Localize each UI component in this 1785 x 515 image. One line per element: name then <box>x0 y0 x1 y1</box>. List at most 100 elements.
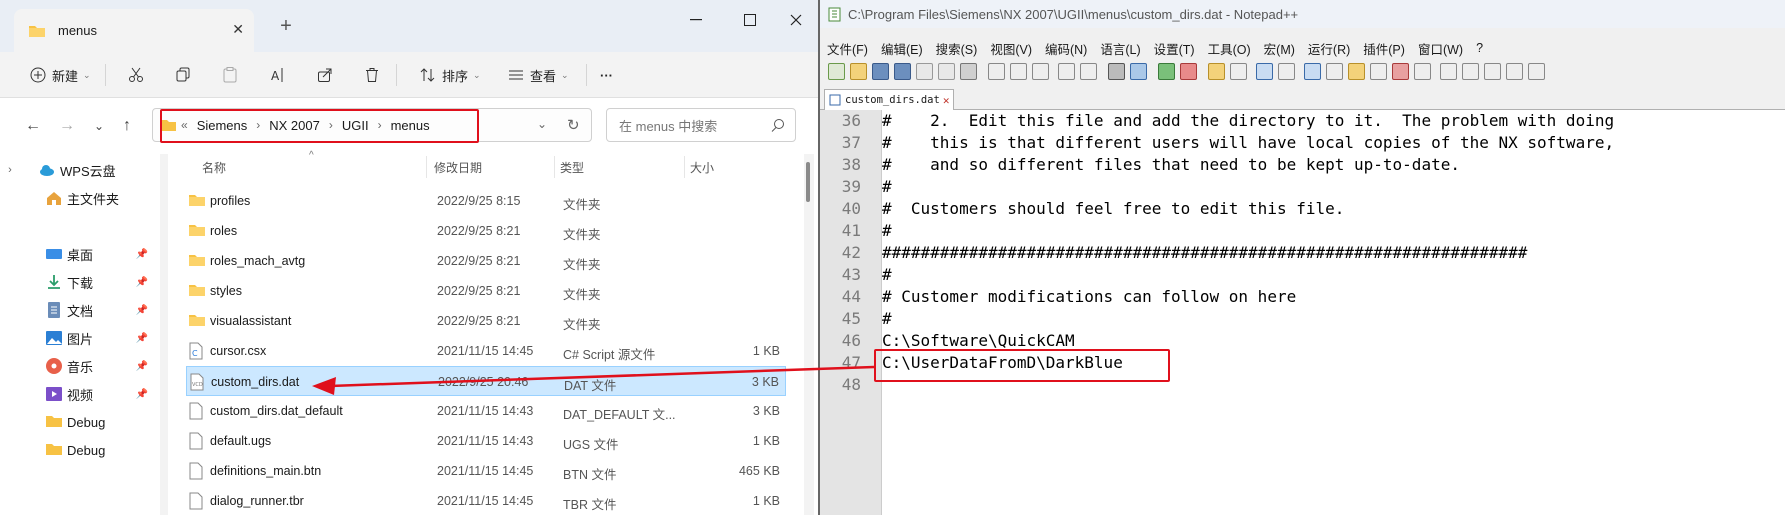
menu-edit[interactable]: 编辑(E) <box>881 39 923 58</box>
forward-arrow-icon[interactable]: → <box>56 115 78 137</box>
folder-as-workspace-icon[interactable] <box>1392 63 1409 80</box>
record-macro-icon[interactable] <box>1440 63 1457 80</box>
copy-icon[interactable] <box>1010 63 1027 80</box>
paste-button[interactable] <box>222 52 238 98</box>
sidebar-item-downloads[interactable]: 下载 📌 <box>0 268 160 296</box>
print-icon[interactable] <box>960 63 977 80</box>
sort-button[interactable]: 排序 ⌄ <box>420 52 481 98</box>
file-row[interactable]: C cursor.csx 2021/11/15 14:45 C# Script … <box>186 336 786 366</box>
paste-icon[interactable] <box>1032 63 1049 80</box>
menu-view[interactable]: 视图(V) <box>990 39 1032 58</box>
text-editor[interactable]: # 2. Edit this file and add the director… <box>882 110 1785 515</box>
sidebar-item-wps-cloud[interactable]: › WPS云盘 <box>0 156 160 184</box>
menu-plugins[interactable]: 插件(P) <box>1363 39 1405 58</box>
breadcrumb-menus[interactable]: menus <box>391 118 430 133</box>
file-row[interactable]: styles 2022/9/25 8:21 文件夹 <box>186 276 786 306</box>
save-macro-icon[interactable] <box>1528 63 1545 80</box>
menu-help[interactable]: ? <box>1476 41 1483 55</box>
scrollbar-thumb[interactable] <box>806 162 810 202</box>
address-dropdown-chevron-icon[interactable]: ⌄ <box>537 117 547 131</box>
pin-icon[interactable]: 📌 <box>136 333 148 344</box>
column-header-date[interactable]: 修改日期 <box>434 159 482 176</box>
sidebar-item-desktop[interactable]: 桌面 📌 <box>0 240 160 268</box>
open-file-icon[interactable] <box>850 63 867 80</box>
column-header-type[interactable]: 类型 <box>560 159 584 176</box>
maximize-button[interactable] <box>730 8 770 32</box>
rename-button[interactable]: A <box>270 52 286 98</box>
zoom-in-icon[interactable] <box>1158 63 1175 80</box>
cut-icon[interactable] <box>988 63 1005 80</box>
function-list-icon[interactable] <box>1370 63 1387 80</box>
column-divider[interactable] <box>426 156 427 178</box>
share-button[interactable] <box>317 52 333 98</box>
sync-horizontal-icon[interactable] <box>1230 63 1247 80</box>
sidebar-item-pictures[interactable]: 图片 📌 <box>0 324 160 352</box>
menu-file[interactable]: 文件(F) <box>827 39 868 58</box>
more-options-button[interactable]: ··· <box>600 52 613 98</box>
expand-chevron-icon[interactable]: › <box>0 164 20 176</box>
monitoring-icon[interactable] <box>1414 63 1431 80</box>
menu-language[interactable]: 语言(L) <box>1100 39 1140 58</box>
document-map-icon[interactable] <box>1348 63 1365 80</box>
column-divider[interactable] <box>554 156 555 178</box>
search-box[interactable]: 在 menus 中搜索 <box>606 108 796 142</box>
pane-divider[interactable] <box>160 154 168 515</box>
file-row[interactable]: visualassistant 2022/9/25 8:21 文件夹 <box>186 306 786 336</box>
pin-icon[interactable]: 📌 <box>136 389 148 400</box>
indent-guide-icon[interactable] <box>1304 63 1321 80</box>
show-all-characters-icon[interactable] <box>1278 63 1295 80</box>
file-row[interactable]: roles_mach_avtg 2022/9/25 8:21 文件夹 <box>186 246 786 276</box>
delete-button[interactable] <box>364 52 380 98</box>
column-header-size[interactable]: 大小 <box>690 159 714 176</box>
new-file-icon[interactable] <box>828 63 845 80</box>
sidebar-item-documents[interactable]: 文档 📌 <box>0 296 160 324</box>
save-icon[interactable] <box>872 63 889 80</box>
sidebar-item-videos[interactable]: 视频 📌 <box>0 380 160 408</box>
menu-window[interactable]: 窗口(W) <box>1418 39 1463 58</box>
sidebar-item-debug[interactable]: Debug <box>0 408 160 436</box>
file-row[interactable]: definitions_main.btn 2021/11/15 14:45 BT… <box>186 456 786 486</box>
view-button[interactable]: 查看 ⌄ <box>508 52 569 98</box>
stop-macro-icon[interactable] <box>1462 63 1479 80</box>
file-row[interactable]: profiles 2022/9/25 8:15 文件夹 <box>186 186 786 216</box>
notepad-tab-custom-dirs[interactable]: custom_dirs.dat ✕ <box>824 89 954 110</box>
language-icon[interactable] <box>1326 63 1343 80</box>
new-button[interactable]: 新建 ⌄ <box>30 52 91 98</box>
file-row[interactable]: default.ugs 2021/11/15 14:43 UGS 文件 1 KB <box>186 426 786 456</box>
copy-button[interactable] <box>175 52 191 98</box>
vertical-scrollbar[interactable] <box>804 154 814 515</box>
up-arrow-icon[interactable]: ↑ <box>116 115 138 137</box>
overflow-chevron-icon[interactable]: « <box>181 118 188 132</box>
breadcrumb-ugii[interactable]: UGII <box>342 118 369 133</box>
close-window-button[interactable] <box>776 8 816 32</box>
redo-icon[interactable] <box>1080 63 1097 80</box>
minimize-button[interactable] <box>676 8 716 32</box>
menu-macro[interactable]: 宏(M) <box>1264 39 1295 58</box>
sidebar-item-music[interactable]: 音乐 📌 <box>0 352 160 380</box>
recent-locations-chevron-icon[interactable]: ⌄ <box>88 115 110 137</box>
sync-vertical-icon[interactable] <box>1208 63 1225 80</box>
save-all-icon[interactable] <box>894 63 911 80</box>
explorer-tab[interactable]: menus ✕ <box>14 9 254 52</box>
close-tab-icon[interactable]: ✕ <box>232 21 244 38</box>
run-macro-multiple-icon[interactable] <box>1506 63 1523 80</box>
menu-encoding[interactable]: 编码(N) <box>1045 39 1087 58</box>
replace-icon[interactable] <box>1130 63 1147 80</box>
undo-icon[interactable] <box>1058 63 1075 80</box>
close-file-icon[interactable] <box>916 63 933 80</box>
menu-settings[interactable]: 设置(T) <box>1154 39 1195 58</box>
breadcrumb-nx2007[interactable]: NX 2007 <box>269 118 320 133</box>
file-row[interactable]: dialog_runner.tbr 2021/11/15 14:45 TBR 文… <box>186 486 786 515</box>
breadcrumb-siemens[interactable]: Siemens <box>197 118 248 133</box>
sidebar-item-debug[interactable]: Debug <box>0 436 160 464</box>
address-bar[interactable]: « Siemens › NX 2007 › UGII › menus ⌄ ↻ <box>152 108 592 142</box>
back-arrow-icon[interactable]: ← <box>22 115 44 137</box>
cut-button[interactable] <box>128 52 144 98</box>
file-row[interactable]: roles 2022/9/25 8:21 文件夹 <box>186 216 786 246</box>
menu-search[interactable]: 搜索(S) <box>936 39 978 58</box>
pin-icon[interactable]: 📌 <box>136 249 148 260</box>
new-tab-button[interactable]: + <box>274 14 298 38</box>
play-macro-icon[interactable] <box>1484 63 1501 80</box>
menu-run[interactable]: 运行(R) <box>1308 39 1350 58</box>
zoom-out-icon[interactable] <box>1180 63 1197 80</box>
